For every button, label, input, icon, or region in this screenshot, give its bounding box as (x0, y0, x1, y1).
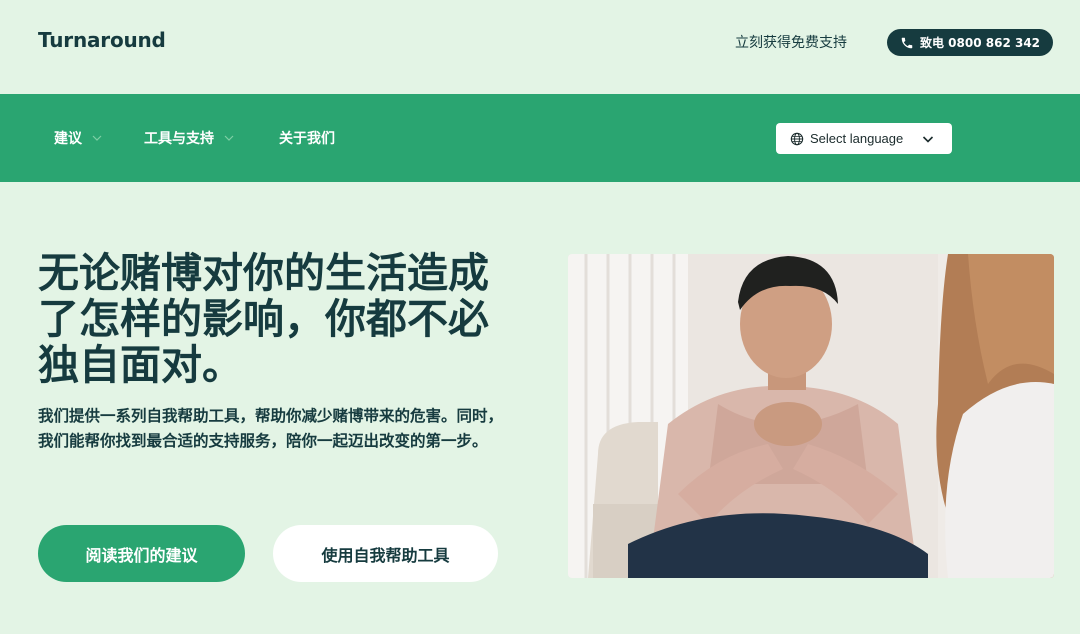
nav-item-about-us[interactable]: 关于我们 (279, 128, 335, 148)
nav-item-label: 建议 (54, 131, 82, 147)
hero-headline: 无论赌博对你的生活造成了怎样的影响，你都不必独自面对。 (38, 249, 489, 389)
read-advice-button[interactable]: 阅读我们的建议 (38, 525, 245, 582)
top-header: Turnaround 立刻获得免费支持 致电 0800 862 342 (0, 0, 1080, 94)
logo[interactable]: Turnaround (38, 28, 166, 52)
free-support-link[interactable]: 立刻获得免费支持 (735, 32, 847, 52)
phone-icon (901, 37, 913, 48)
self-help-tools-button[interactable]: 使用自我帮助工具 (273, 525, 498, 582)
chevron-down-icon (224, 135, 234, 141)
globe-icon (790, 132, 804, 146)
hero-photo (568, 254, 1054, 578)
nav-item-label: 关于我们 (279, 131, 335, 147)
call-button-label: 致电 0800 862 342 (919, 36, 1041, 50)
language-select[interactable]: Select language (776, 123, 952, 154)
chevron-down-icon (922, 136, 934, 143)
nav-item-advice[interactable]: 建议 (54, 128, 102, 148)
nav-item-tools-support[interactable]: 工具与支持 (144, 128, 234, 148)
nav-item-label: 工具与支持 (144, 131, 214, 147)
language-select-label: Select language (810, 131, 904, 146)
call-button[interactable]: 致电 0800 862 342 (887, 29, 1053, 56)
hero-subtext: 我们提供一系列自我帮助工具，帮助你减少赌博带来的危害。同时，我们能帮你找到最合适… (38, 407, 504, 450)
chevron-down-icon (92, 135, 102, 141)
main-nav: 建议 工具与支持 关于我们 Select language (0, 94, 1080, 182)
